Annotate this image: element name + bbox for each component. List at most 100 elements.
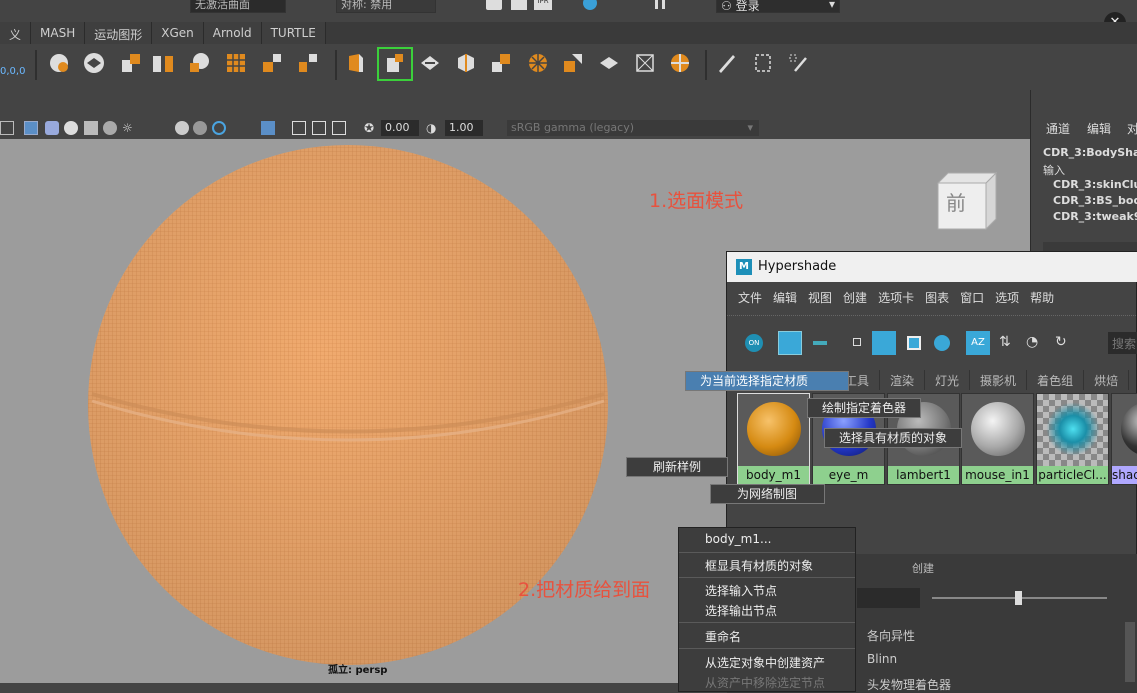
- create-item-hair-physical[interactable]: 头发物理着色器: [867, 676, 951, 693]
- tab-object[interactable]: 对: [1127, 120, 1137, 137]
- texture-icon[interactable]: [84, 121, 98, 135]
- symmetry-dropdown[interactable]: 对称: 禁用: [336, 0, 436, 13]
- face-mode-icon[interactable]: [384, 52, 406, 74]
- motion-blur-icon[interactable]: [212, 121, 226, 135]
- isolate-select-icon[interactable]: [261, 121, 275, 135]
- create-search-input[interactable]: [857, 588, 920, 608]
- render-settings-icon[interactable]: [583, 0, 597, 10]
- slide-edge-icon[interactable]: [598, 52, 620, 74]
- material-swatch-mouse-in1[interactable]: mouse_in1: [961, 393, 1034, 485]
- live-surface-field[interactable]: 无激活曲面: [190, 0, 286, 13]
- target-weld-icon[interactable]: [562, 52, 584, 74]
- shelf-tab-motion-graphics[interactable]: 运动图形: [85, 22, 153, 44]
- cube-icon[interactable]: [345, 52, 367, 74]
- xray-icon[interactable]: [292, 121, 306, 135]
- menu-view[interactable]: 视图: [797, 282, 832, 310]
- tab-edit[interactable]: 编辑: [1087, 120, 1111, 137]
- paint-assign-item[interactable]: 绘制指定着色器: [807, 398, 922, 418]
- search-input[interactable]: 搜索: [1108, 332, 1137, 354]
- ao-icon[interactable]: [193, 121, 207, 135]
- material-swatch-shad[interactable]: shad: [1111, 393, 1137, 485]
- create-item-blinn[interactable]: Blinn: [867, 652, 897, 666]
- menu-edit[interactable]: 编辑: [762, 282, 797, 310]
- create-item-anisotropic[interactable]: 各向异性: [867, 627, 915, 644]
- menu-file[interactable]: 文件: [727, 282, 762, 310]
- gamma-field[interactable]: 1.00: [445, 120, 483, 136]
- sort-type-icon[interactable]: ⇅: [999, 334, 1011, 350]
- shelf-tab-turtle[interactable]: TURTLE: [261, 22, 326, 44]
- swatch-view-icon[interactable]: [778, 331, 802, 355]
- extrude-icon[interactable]: [120, 52, 142, 74]
- shelf-tab[interactable]: 义: [0, 22, 32, 44]
- merge-icon[interactable]: [490, 52, 512, 74]
- medium-swatch-icon[interactable]: [872, 331, 896, 355]
- input-node[interactable]: CDR_3:BS_body: [1053, 194, 1137, 207]
- mirror-icon[interactable]: [297, 52, 319, 74]
- hypershade-titlebar[interactable]: M Hypershade: [727, 252, 1137, 282]
- frame-select-icon[interactable]: [752, 52, 774, 74]
- grid-icon[interactable]: [332, 121, 346, 135]
- context-item-frame-objects[interactable]: 框显具有材质的对象: [705, 557, 813, 574]
- xray-joints-icon[interactable]: [312, 121, 326, 135]
- material-swatch-particlecloud[interactable]: particleCl...: [1036, 393, 1109, 485]
- tab-channels[interactable]: 通道: [1046, 120, 1070, 137]
- shelf-tab-arnold[interactable]: Arnold: [203, 22, 262, 44]
- bridge-icon[interactable]: [152, 52, 174, 74]
- refresh-swatch-item[interactable]: 刷新样例: [626, 457, 728, 477]
- input-node[interactable]: CDR_3:skinClus: [1053, 178, 1137, 191]
- ipr-icon[interactable]: IPR: [534, 0, 552, 10]
- shape-node[interactable]: CDR_3:BodyShap: [1043, 146, 1137, 159]
- graph-network-item[interactable]: 为网络制图: [710, 484, 825, 504]
- context-item-create-asset[interactable]: 从选定对象中创建资产: [705, 654, 825, 671]
- fill-hole-icon[interactable]: [188, 52, 210, 74]
- shelf-tab-xgen[interactable]: XGen: [152, 22, 204, 44]
- sort-time-icon[interactable]: ◔: [1026, 334, 1038, 350]
- input-node[interactable]: CDR_3:tweak9: [1053, 210, 1137, 223]
- menu-window[interactable]: 窗口: [949, 282, 984, 310]
- xlarge-swatch-icon[interactable]: [934, 335, 950, 351]
- lighting-icon[interactable]: [103, 121, 117, 135]
- login-dropdown[interactable]: ⚇ 登录 ▾: [716, 0, 840, 13]
- multicut-icon[interactable]: [419, 52, 441, 74]
- light-icon[interactable]: ☼: [122, 121, 136, 135]
- separate-icon[interactable]: [261, 52, 283, 74]
- tab-shading-groups[interactable]: 着色组: [1027, 370, 1085, 390]
- grid-sphere-icon[interactable]: [669, 52, 691, 74]
- menu-graph[interactable]: 图表: [914, 282, 949, 310]
- bevel-icon[interactable]: [83, 52, 105, 74]
- viewcube[interactable]: 前: [934, 169, 998, 231]
- pen-icon[interactable]: [716, 52, 738, 74]
- camera-icon[interactable]: [0, 121, 14, 135]
- slider-handle[interactable]: [1015, 591, 1022, 605]
- tab-rendering[interactable]: 渲染: [880, 370, 926, 390]
- select-objects-with-material-item[interactable]: 选择具有材质的对象: [824, 428, 963, 448]
- menu-tabs[interactable]: 选项卡: [867, 282, 914, 310]
- shelf-tab-mash[interactable]: MASH: [31, 22, 86, 44]
- exposure-field[interactable]: 0.00: [381, 120, 419, 136]
- context-item-select-input-nodes[interactable]: 选择输入节点: [705, 582, 777, 599]
- material-swatch-body-m1[interactable]: body_m1: [737, 393, 810, 485]
- large-swatch-icon[interactable]: [907, 336, 921, 350]
- list-view-icon[interactable]: [813, 341, 827, 345]
- smooth-shade-icon[interactable]: [45, 121, 59, 135]
- menu-help[interactable]: 帮助: [1019, 282, 1054, 310]
- render-frame-icon[interactable]: [511, 0, 527, 10]
- pause-icon[interactable]: [655, 0, 665, 9]
- wheel-icon[interactable]: [527, 52, 549, 74]
- on-toggle-icon[interactable]: ON: [745, 334, 763, 352]
- cube-split-icon[interactable]: [455, 52, 477, 74]
- colorspace-dropdown[interactable]: sRGB gamma (legacy) ▾: [507, 120, 759, 136]
- context-item-select-output-nodes[interactable]: 选择输出节点: [705, 602, 777, 619]
- tab-bake[interactable]: 烘焙: [1084, 370, 1130, 390]
- context-item-rename[interactable]: 重命名: [705, 628, 741, 645]
- render-view-icon[interactable]: [486, 0, 502, 10]
- scrollbar[interactable]: [1125, 622, 1135, 682]
- shaded-icon[interactable]: [64, 121, 78, 135]
- combine-icon[interactable]: [225, 52, 247, 74]
- context-item-material-name[interactable]: body_m1...: [705, 532, 771, 546]
- tab-cameras[interactable]: 摄影机: [970, 370, 1028, 390]
- assign-to-selection-item[interactable]: 为当前选择指定材质: [685, 371, 849, 391]
- sort-alpha-icon[interactable]: AZ: [966, 331, 990, 355]
- smooth-icon[interactable]: [48, 52, 70, 74]
- paint-brush-icon[interactable]: [787, 52, 809, 74]
